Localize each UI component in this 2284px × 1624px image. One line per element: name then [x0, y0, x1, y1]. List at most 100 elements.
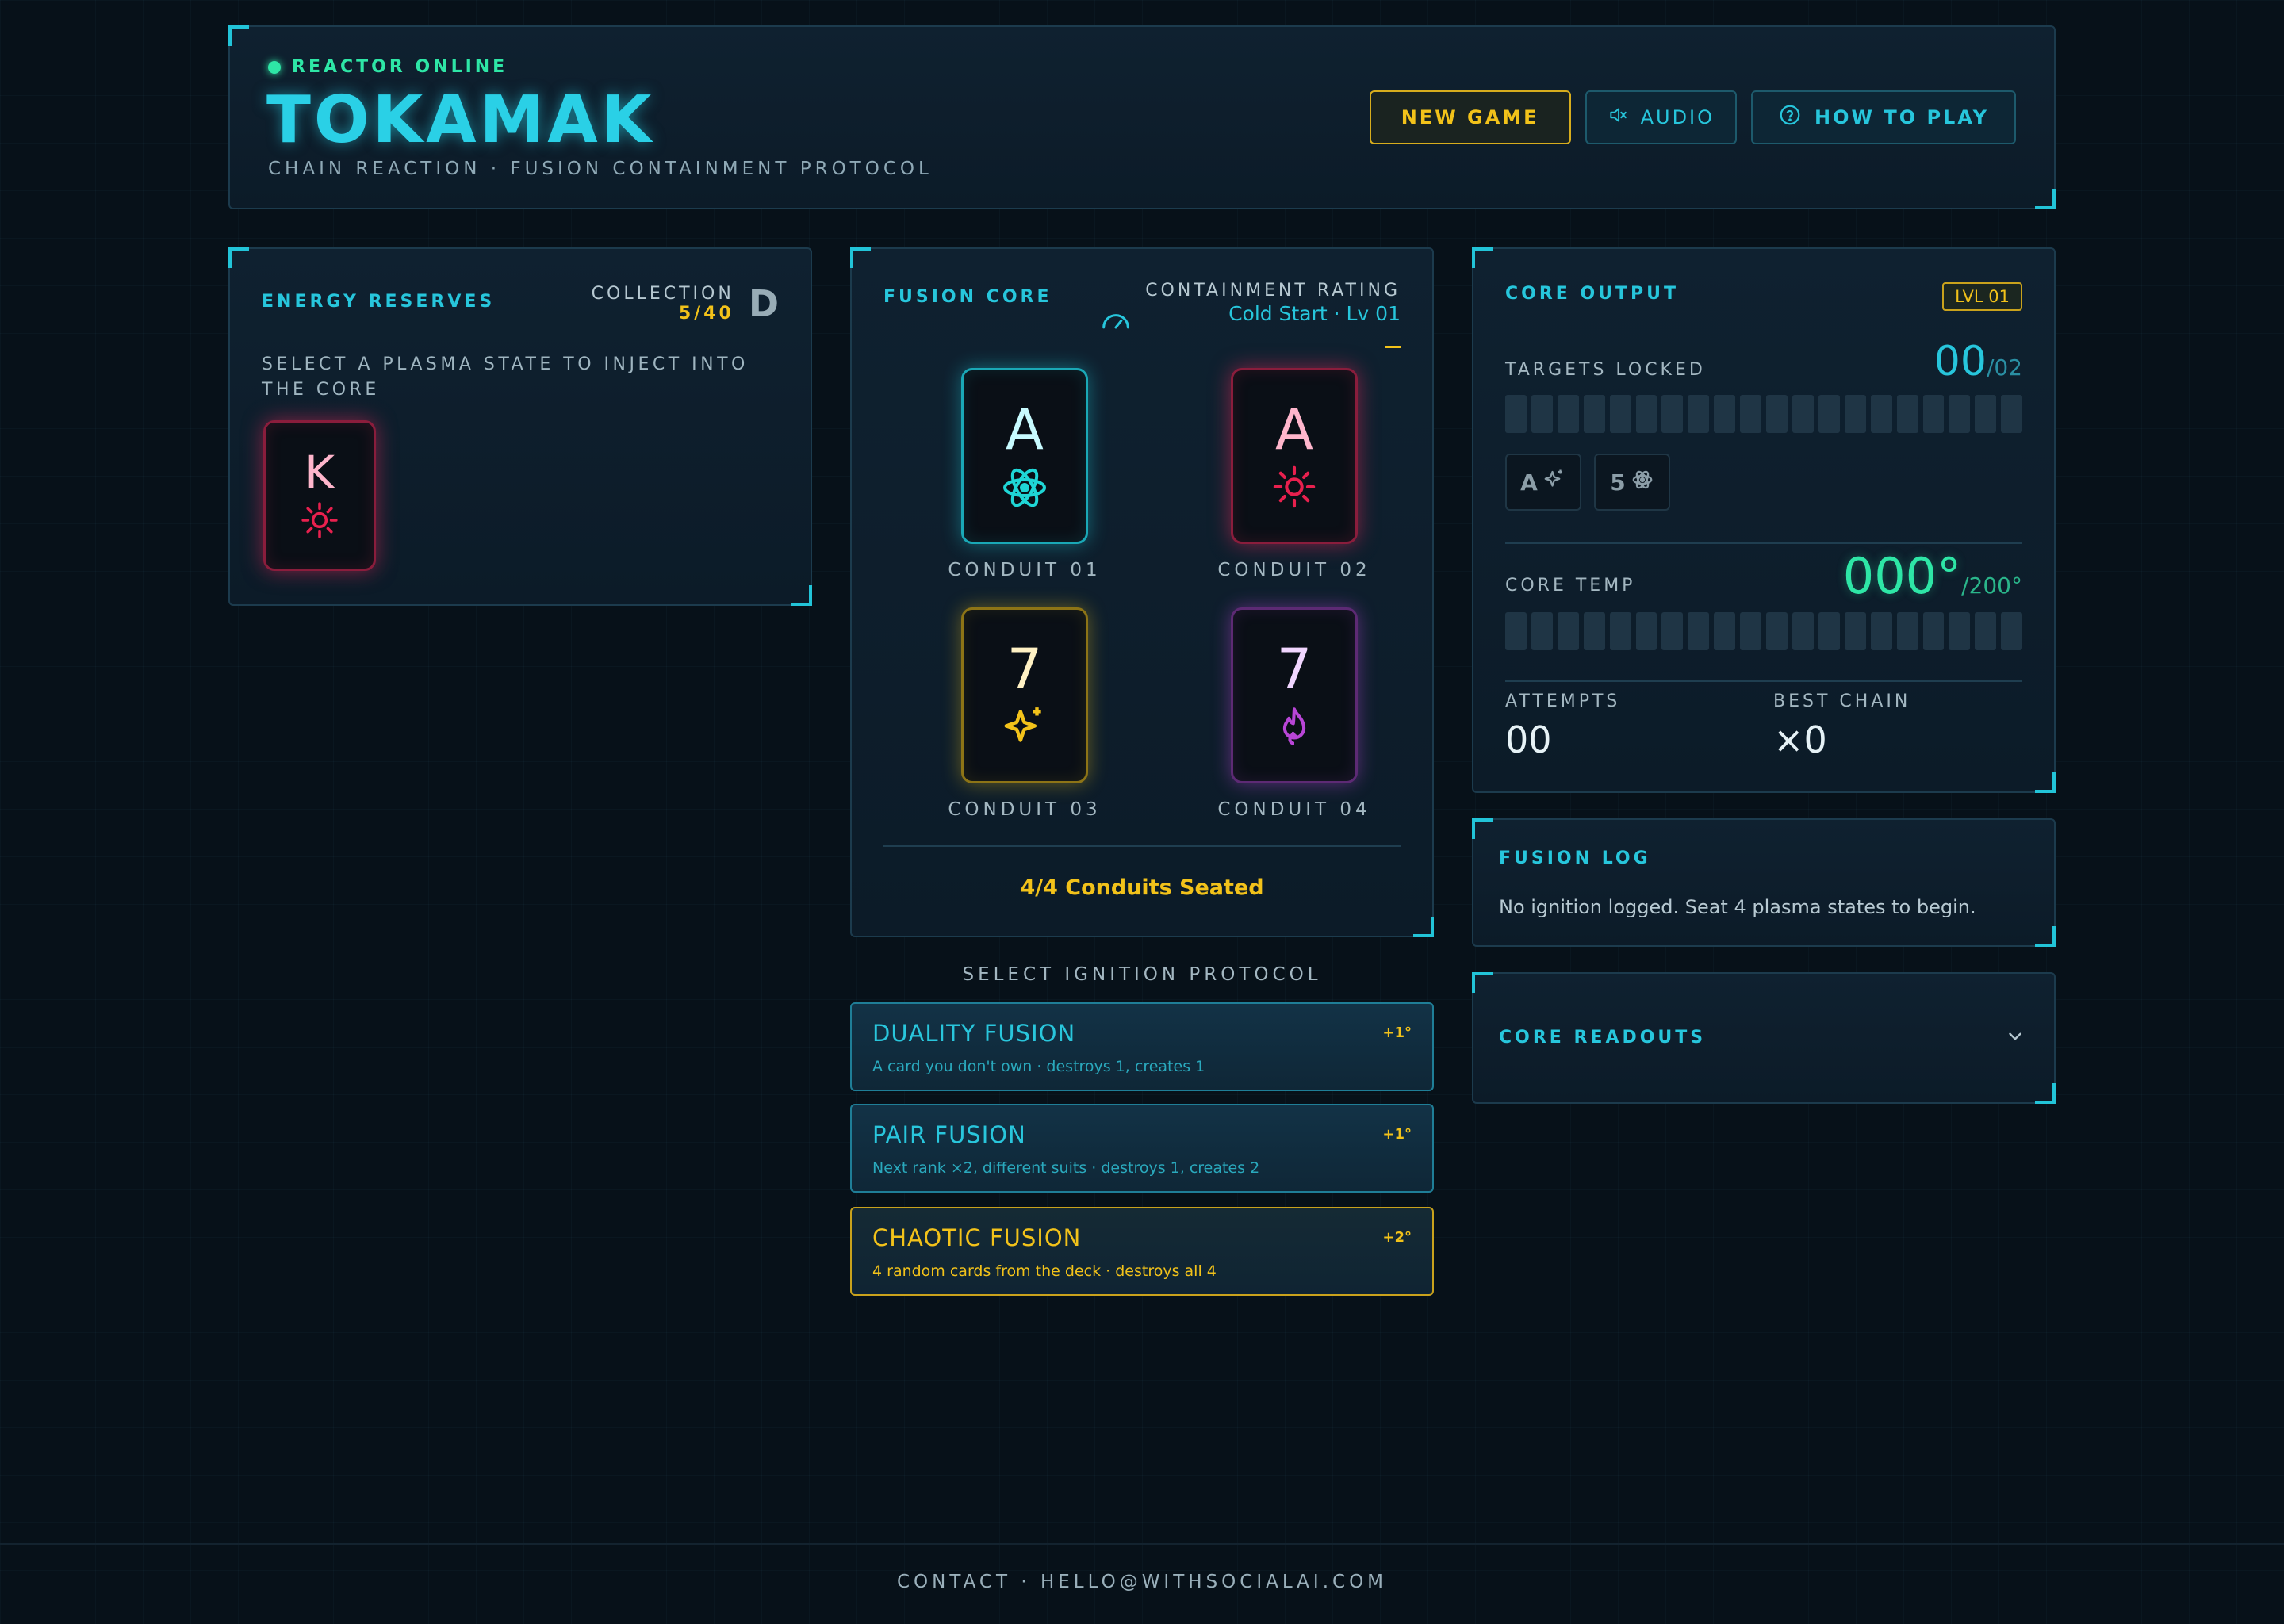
bar-segment: [1975, 395, 1997, 433]
conduit-label: CONDUIT 03: [948, 799, 1102, 820]
output-divider: [1505, 542, 2022, 544]
conduit-card[interactable]: 7: [1231, 607, 1358, 783]
temp-max: /200°: [1961, 573, 2022, 599]
bar-segment: [1922, 612, 1945, 650]
header-panel: REACTOR ONLINE TOKAMAK CHAIN REACTION · …: [228, 25, 2056, 209]
bar-segment: [1609, 612, 1631, 650]
conduit-label: CONDUIT 01: [948, 560, 1102, 580]
bar-segment: [1688, 612, 1710, 650]
chip-rank: A: [1520, 469, 1538, 496]
conduit-slot[interactable]: 7 CONDUIT 04: [1215, 607, 1374, 820]
sun-icon: [300, 500, 339, 543]
bar-segment: [1557, 612, 1579, 650]
atom-icon: [1001, 464, 1048, 515]
game-subtitle: CHAIN REACTION · FUSION CONTAINMENT PROT…: [268, 159, 933, 179]
sparkle-icon: [1542, 468, 1566, 497]
bar-segment: [1635, 395, 1657, 433]
flame-icon: [1271, 703, 1317, 753]
collection-count: 5/40: [678, 304, 734, 324]
conduit-card[interactable]: A: [1231, 368, 1358, 544]
bar-segment: [1531, 395, 1553, 433]
collection-info: COLLECTION 5/40 D: [592, 282, 779, 325]
game-title: TOKAMAK: [266, 82, 655, 158]
chevron-down-icon[interactable]: [2005, 1026, 2025, 1050]
bar-segment: [1661, 395, 1684, 433]
bar-segment: [1896, 612, 1918, 650]
protocol-description: Next rank ×2, different suits · destroys…: [872, 1159, 1260, 1177]
collection-grade: D: [748, 282, 779, 325]
protocol-duality-fusion[interactable]: DUALITY FUSION A card you don't own · de…: [850, 1002, 1434, 1091]
speaker-muted-icon: [1608, 105, 1628, 130]
conduit-slot[interactable]: 7 CONDUIT 03: [945, 607, 1104, 820]
bar-segment: [2001, 395, 2023, 433]
bar-segment: [1714, 612, 1736, 650]
protocol-pair-fusion[interactable]: PAIR FUSION Next rank ×2, different suit…: [850, 1104, 1434, 1193]
best-chain-label: BEST CHAIN: [1773, 691, 1911, 711]
core-output-panel: CORE OUTPUT LVL 01 TARGETS LOCKED 00/02 …: [1472, 247, 2056, 793]
bar-segment: [1792, 395, 1814, 433]
output-divider: [1505, 680, 2022, 682]
protocol-name: PAIR FUSION: [872, 1121, 1026, 1148]
protocol-chaotic-fusion[interactable]: CHAOTIC FUSION 4 random cards from the d…: [850, 1207, 1434, 1296]
conduit-slot[interactable]: A CONDUIT 01: [945, 368, 1104, 580]
bar-segment: [1818, 395, 1840, 433]
fusion-core-panel: FUSION CORE CONTAINMENT RATING Cold Star…: [850, 247, 1434, 937]
protocol-cost: +1°: [1382, 1025, 1412, 1041]
core-temp-value: 000°/200°: [1843, 547, 2022, 605]
targets-count: 00: [1933, 338, 1987, 385]
conduit-card[interactable]: 7: [961, 607, 1088, 783]
bar-segment: [1609, 395, 1631, 433]
card-rank: 7: [1006, 637, 1043, 702]
fusion-core-label: FUSION CORE: [883, 287, 1052, 307]
bar-segment: [1505, 395, 1527, 433]
bar-segment: [2001, 612, 2023, 650]
collection-label: COLLECTION: [591, 284, 734, 304]
rating-value: Cold Start · Lv 01: [1228, 302, 1401, 325]
protocol-name: DUALITY FUSION: [872, 1020, 1076, 1047]
rating-label: CONTAINMENT RATING: [1145, 281, 1401, 301]
protocol-cost: +2°: [1382, 1229, 1412, 1246]
footer-divider: [0, 1543, 2284, 1545]
sparkle-icon: [1000, 703, 1049, 756]
new-game-button[interactable]: NEW GAME: [1369, 90, 1571, 144]
bar-segment: [1949, 395, 1971, 433]
conduit-label: CONDUIT 02: [1217, 560, 1371, 580]
bar-segment: [1714, 395, 1736, 433]
target-chip: A: [1505, 454, 1581, 511]
attempts-value: 00: [1505, 718, 1552, 761]
bar-segment: [1635, 612, 1657, 650]
card-rank: K: [304, 446, 335, 500]
targets-value: 00/02: [1934, 338, 2022, 385]
footer-contact[interactable]: CONTACT · HELLO@WITHSOCIALAI.COM: [0, 1572, 2284, 1592]
bar-segment: [1896, 395, 1918, 433]
reserves-prompt: SELECT A PLASMA STATE TO INJECT INTO THE…: [262, 354, 749, 400]
protocol-cost: +1°: [1382, 1126, 1412, 1143]
conduit-card[interactable]: A: [961, 368, 1088, 544]
chip-rank: 5: [1610, 469, 1626, 496]
bar-segment: [1870, 612, 1892, 650]
header-actions: NEW GAME AUDIO HOW TO PLAY: [1369, 90, 2016, 144]
best-chain-value: ×0: [1773, 718, 1827, 761]
targets-progress-bar: [1505, 395, 2023, 433]
target-chips: A 5: [1505, 454, 1670, 511]
bar-segment: [1949, 612, 1971, 650]
conduit-label: CONDUIT 04: [1217, 799, 1371, 820]
protocol-description: A card you don't own · destroys 1, creat…: [872, 1058, 1205, 1075]
bar-segment: [1688, 395, 1710, 433]
reserve-card[interactable]: K: [263, 420, 376, 571]
conduit-slot[interactable]: A CONDUIT 02: [1215, 368, 1374, 580]
reserves-label: ENERGY RESERVES: [262, 292, 496, 312]
targets-max: /02: [1986, 354, 2022, 381]
protocol-description: 4 random cards from the deck · destroys …: [872, 1262, 1217, 1280]
how-to-play-button[interactable]: HOW TO PLAY: [1751, 90, 2016, 144]
target-chip: 5: [1594, 454, 1670, 511]
how-to-play-label: HOW TO PLAY: [1815, 106, 1989, 128]
core-readouts-label: CORE READOUTS: [1499, 1028, 1707, 1048]
status-text: REACTOR ONLINE: [292, 57, 508, 77]
audio-button[interactable]: AUDIO: [1585, 90, 1738, 144]
help-circle-icon: [1778, 103, 1802, 132]
sun-icon: [1271, 464, 1317, 513]
status-dot: [268, 60, 281, 74]
bar-segment: [1766, 612, 1788, 650]
core-readouts-panel[interactable]: CORE READOUTS: [1472, 972, 2056, 1104]
